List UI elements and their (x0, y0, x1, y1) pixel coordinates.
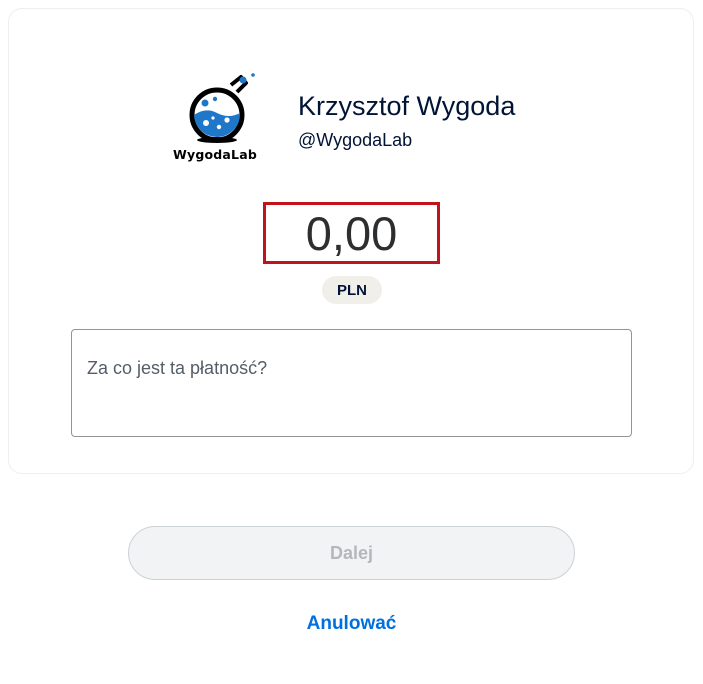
amount-highlight-box (263, 202, 440, 264)
amount-input[interactable] (266, 205, 437, 261)
currency-selector[interactable]: PLN (322, 276, 382, 304)
cancel-link[interactable]: Anulować (0, 612, 703, 636)
flask-icon: WygodaLab (173, 73, 257, 162)
next-button[interactable]: Dalej (128, 526, 575, 580)
merchant-handle: @WygodaLab (298, 130, 413, 150)
payment-note-field[interactable] (71, 329, 632, 437)
logo-wordmark: WygodaLab (173, 147, 257, 162)
merchant-name: Krzysztof Wygoda (298, 91, 516, 121)
merchant-logo: WygodaLab (161, 63, 269, 169)
